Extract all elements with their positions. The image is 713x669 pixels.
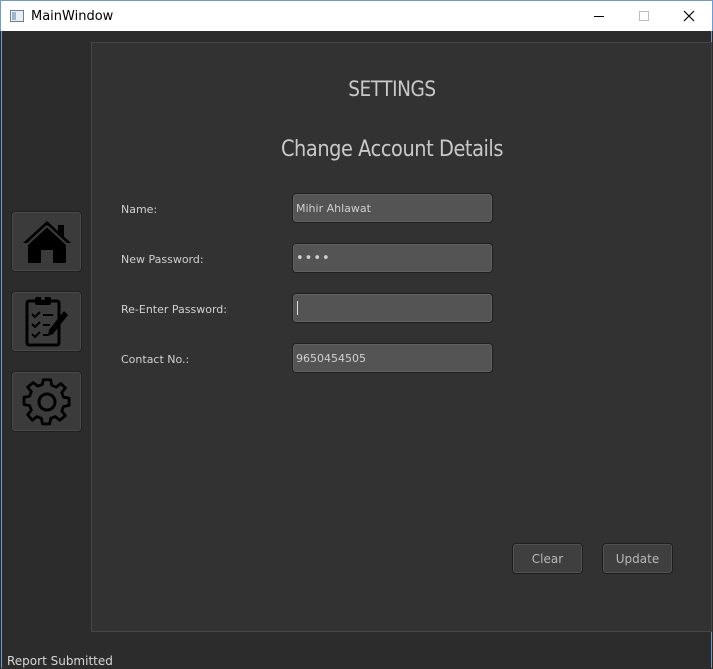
name-field[interactable]: Mihir Ahlawat <box>292 193 493 223</box>
gear-icon <box>22 377 70 425</box>
maximize-button[interactable] <box>621 1 667 31</box>
clear-button[interactable]: Clear <box>512 543 583 574</box>
contact-value: 9650454505 <box>296 351 366 365</box>
reenter-password-label: Re-Enter Password: <box>121 303 227 316</box>
contact-label: Contact No.: <box>121 353 190 366</box>
minimize-button[interactable] <box>576 1 622 31</box>
contact-field[interactable]: 9650454505 <box>292 343 493 373</box>
update-button[interactable]: Update <box>602 543 673 574</box>
section-title: Change Account Details <box>280 137 504 162</box>
reenter-password-field[interactable] <box>292 293 493 323</box>
text-cursor <box>297 301 298 315</box>
new-password-label: New Password: <box>121 253 204 266</box>
name-value: Mihir Ahlawat <box>296 201 371 215</box>
settings-button[interactable] <box>11 371 82 432</box>
status-message: Report Submitted <box>7 654 113 668</box>
page-title: SETTINGS <box>348 77 436 101</box>
name-label: Name: <box>121 203 158 216</box>
minimize-icon <box>594 16 604 17</box>
app-window-icon <box>10 10 24 22</box>
close-icon <box>683 10 695 22</box>
maximize-icon <box>639 11 649 21</box>
new-password-field[interactable]: •••• <box>292 243 493 273</box>
new-password-value: •••• <box>296 250 331 266</box>
clipboard-icon <box>25 295 68 346</box>
home-icon <box>22 220 71 263</box>
home-button[interactable] <box>11 211 82 272</box>
window-title: MainWindow <box>31 9 114 24</box>
report-button[interactable] <box>11 291 82 352</box>
close-button[interactable] <box>666 1 712 31</box>
title-bar: MainWindow <box>0 0 713 31</box>
